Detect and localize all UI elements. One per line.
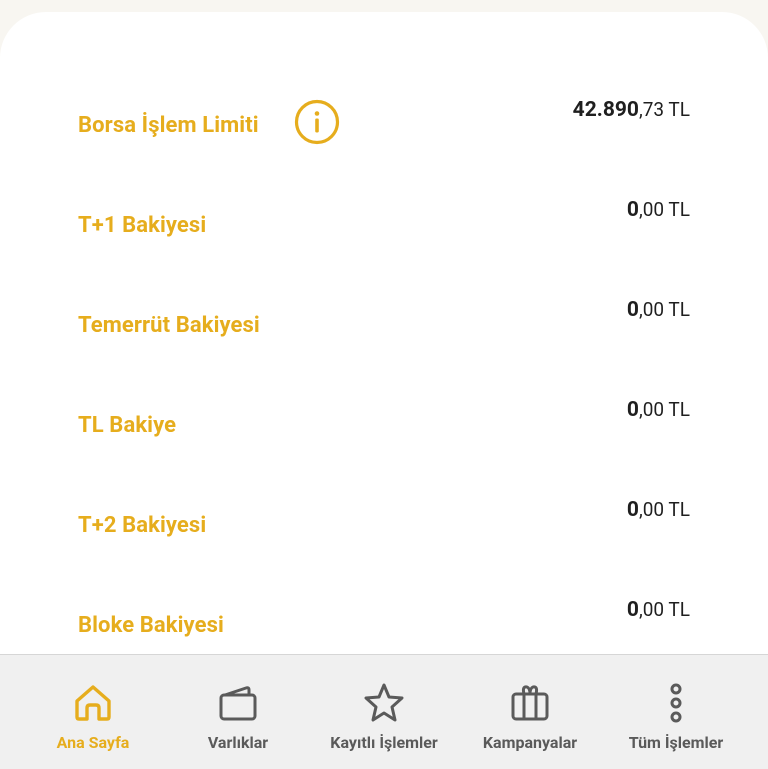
nav-item-ana-sayfa[interactable]: Ana Sayfa: [32, 655, 154, 769]
balance-amount: 0,00 TL: [627, 398, 690, 422]
balance-label: TL Bakiye: [78, 413, 177, 438]
nav-item-varliklar[interactable]: Varlıklar: [182, 655, 294, 769]
balance-label: Temerrüt Bakiyesi: [78, 313, 260, 338]
nav-label: Varlıklar: [207, 733, 269, 752]
balance-amount: 0,00 TL: [627, 598, 690, 622]
balance-row-temerrut: Temerrüt Bakiyesi 0,00 TL: [78, 298, 690, 358]
gift-icon: [511, 685, 549, 721]
nav-label: Kayıtlı İşlemler: [330, 733, 438, 752]
balance-row-borsa-islem-limiti: Borsa İşlem Limiti 42.890,73 TL: [78, 98, 690, 158]
balance-row-bloke: Bloke Bakiyesi 0,00 TL: [78, 598, 690, 658]
more-vertical-icon: [670, 683, 682, 723]
balance-amount: 42.890,73 TL: [573, 98, 690, 122]
amount-decimal: ,00 TL: [638, 298, 690, 321]
amount-integer: 42.890: [572, 98, 639, 122]
amount-integer: 0: [626, 398, 639, 422]
balance-amount: 0,00 TL: [627, 298, 690, 322]
amount-integer: 0: [626, 598, 639, 622]
balance-card: Borsa İşlem Limiti 42.890,73 TL T+1 Baki…: [0, 12, 768, 672]
info-icon[interactable]: [294, 99, 340, 145]
amount-integer: 0: [626, 498, 639, 522]
wallet-icon: [219, 686, 257, 721]
balance-row-t1: T+1 Bakiyesi 0,00 TL: [78, 198, 690, 258]
amount-decimal: ,00 TL: [638, 598, 690, 621]
balance-row-t2: T+2 Bakiyesi 0,00 TL: [78, 498, 690, 558]
amount-decimal: ,00 TL: [638, 398, 690, 421]
nav-label: Ana Sayfa: [56, 733, 130, 752]
balance-label: T+1 Bakiyesi: [78, 213, 207, 238]
bottom-navigation: Ana Sayfa Varlıklar Kayıtlı İşlemler Kam…: [0, 654, 768, 769]
home-icon: [75, 685, 111, 721]
balance-label: Borsa İşlem Limiti: [78, 113, 259, 138]
amount-integer: 0: [626, 298, 639, 322]
amount-integer: 0: [626, 198, 639, 222]
nav-item-kampanyalar[interactable]: Kampanyalar: [472, 655, 588, 769]
balance-label: T+2 Bakiyesi: [78, 513, 207, 538]
amount-decimal: ,00 TL: [638, 498, 690, 521]
nav-label: Kampanyalar: [482, 733, 578, 752]
balance-label: Bloke Bakiyesi: [78, 613, 224, 638]
nav-item-kayitli-islemler[interactable]: Kayıtlı İşlemler: [320, 655, 448, 769]
amount-decimal: ,00 TL: [638, 198, 690, 221]
amount-decimal: ,73 TL: [638, 98, 690, 121]
nav-label: Tüm İşlemler: [628, 733, 724, 752]
balance-amount: 0,00 TL: [627, 198, 690, 222]
star-icon: [364, 683, 404, 722]
nav-item-tum-islemler[interactable]: Tüm İşlemler: [618, 655, 734, 769]
balance-row-tl-bakiye: TL Bakiye 0,00 TL: [78, 398, 690, 458]
balance-amount: 0,00 TL: [627, 498, 690, 522]
